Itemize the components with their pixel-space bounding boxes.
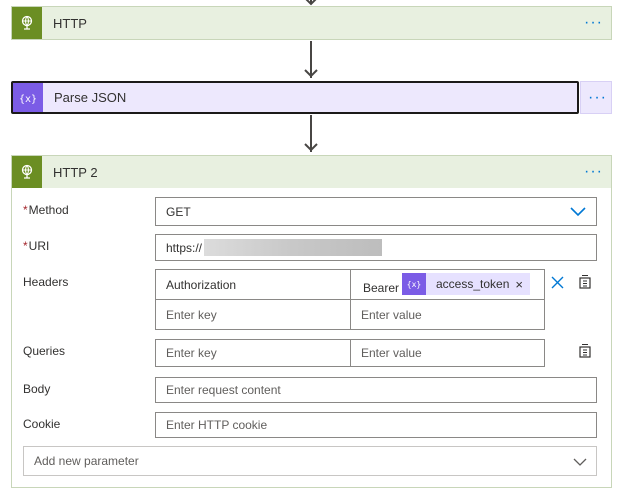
step-card-http[interactable]: HTTP ··· xyxy=(11,6,612,40)
dynamic-content-token[interactable]: {x} access_token × xyxy=(402,273,530,295)
header-key-value: Authorization xyxy=(166,277,237,292)
header-value-prefix: Bearer xyxy=(363,281,400,295)
more-options-button[interactable]: ··· xyxy=(584,15,603,31)
redacted-uri-block xyxy=(204,239,382,256)
step-card-parse-json[interactable]: {x} Parse JSON xyxy=(11,81,579,114)
queries-label: Queries xyxy=(23,344,66,358)
arrow-down-icon xyxy=(304,69,318,78)
add-parameter-placeholder: Add new parameter xyxy=(34,454,139,468)
parse-json-icon: {x} xyxy=(13,83,43,112)
query-value-placeholder: Enter value xyxy=(361,346,422,360)
step-title: HTTP xyxy=(53,15,87,31)
chevron-down-icon xyxy=(573,458,587,466)
header-value-input-empty[interactable]: Enter value xyxy=(350,299,545,330)
method-label: *Method xyxy=(23,203,69,217)
uri-value: https:// xyxy=(166,240,203,255)
token-label: access_token xyxy=(436,277,510,291)
header-key-placeholder: Enter key xyxy=(166,307,217,322)
uri-label: *URI xyxy=(23,239,49,253)
uri-input[interactable]: https:// xyxy=(155,234,597,261)
globe-icon xyxy=(12,7,42,39)
body-input[interactable]: Enter request content xyxy=(155,377,597,403)
cookie-input[interactable]: Enter HTTP cookie xyxy=(155,412,597,438)
query-key-input[interactable]: Enter key xyxy=(155,339,351,367)
header-key-input[interactable]: Authorization xyxy=(155,269,351,300)
parse-json-icon: {x} xyxy=(402,273,426,295)
step-title: Parse JSON xyxy=(54,90,127,105)
more-options-button[interactable]: ··· xyxy=(584,164,603,180)
query-value-input[interactable]: Enter value xyxy=(350,339,545,367)
headers-label: Headers xyxy=(23,275,69,289)
header-value-placeholder: Enter value xyxy=(361,307,422,322)
arrow-down-icon xyxy=(304,143,318,152)
globe-icon xyxy=(12,156,42,188)
more-options-button[interactable]: ··· xyxy=(588,89,607,105)
body-label: Body xyxy=(23,382,51,396)
required-marker: * xyxy=(23,203,28,217)
svg-text:{x}: {x} xyxy=(19,94,37,105)
step-title: HTTP 2 xyxy=(53,164,98,180)
parse-json-more-area: ··· xyxy=(580,81,612,114)
chevron-down-icon xyxy=(570,207,586,217)
required-marker: * xyxy=(23,239,28,253)
cookie-placeholder: Enter HTTP cookie xyxy=(166,418,268,432)
method-label-text: Method xyxy=(28,203,69,217)
cookie-label: Cookie xyxy=(23,417,61,431)
query-key-placeholder: Enter key xyxy=(166,346,217,360)
token-remove-icon[interactable]: × xyxy=(515,277,523,292)
switch-to-text-mode-icon[interactable] xyxy=(576,273,594,291)
close-icon[interactable] xyxy=(549,274,565,290)
step-header[interactable]: HTTP 2 ··· xyxy=(12,156,611,188)
add-new-parameter-dropdown[interactable]: Add new parameter xyxy=(23,446,597,476)
method-value: GET xyxy=(166,204,191,219)
uri-label-text: URI xyxy=(28,239,50,253)
svg-text:{x}: {x} xyxy=(407,280,421,289)
body-placeholder: Enter request content xyxy=(166,383,281,397)
header-key-input-empty[interactable]: Enter key xyxy=(155,299,351,330)
method-select[interactable]: GET xyxy=(155,197,597,226)
switch-to-text-mode-icon[interactable] xyxy=(576,342,594,360)
